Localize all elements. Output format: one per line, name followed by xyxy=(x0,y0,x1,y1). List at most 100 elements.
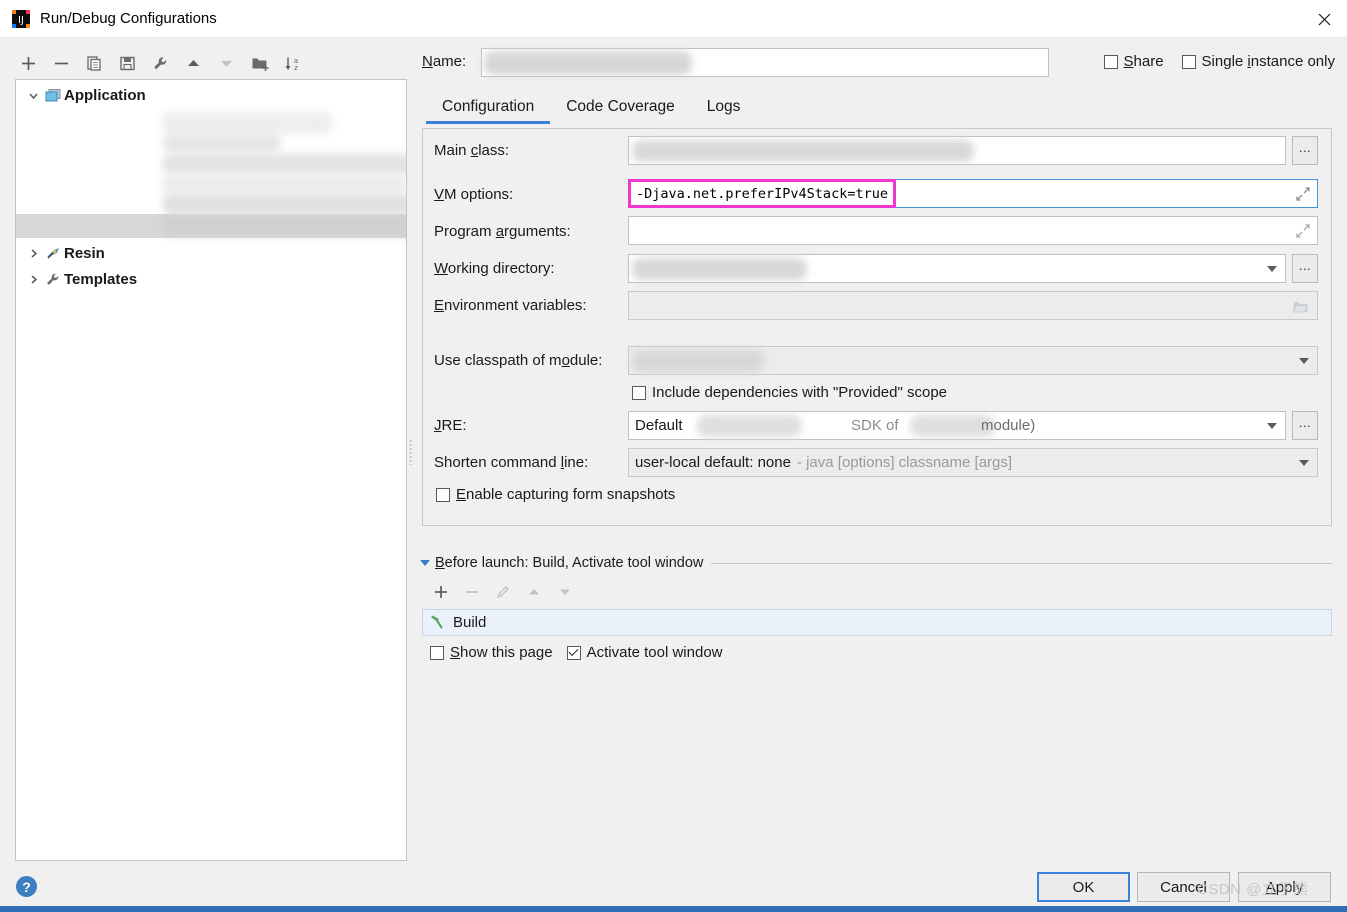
activate-tool-window-checkbox[interactable]: Activate tool window xyxy=(566,644,723,661)
folder-icon[interactable] xyxy=(1292,299,1309,318)
working-directory-label: Working directory: xyxy=(434,260,555,277)
collapse-triangle-icon[interactable] xyxy=(420,560,430,566)
vm-options-value: -Djava.net.preferIPv4Stack=true xyxy=(636,185,888,202)
jre-select[interactable]: Default SDK of module) xyxy=(628,411,1286,440)
add-icon[interactable] xyxy=(430,581,452,603)
jre-value-suffix: module) xyxy=(981,417,1036,434)
ok-button[interactable]: OK xyxy=(1037,872,1130,902)
configurations-tree[interactable]: Application Resin Templates xyxy=(15,79,407,861)
tree-node-application[interactable]: Application xyxy=(16,82,406,108)
redacted-name-value xyxy=(484,51,692,75)
header-divider xyxy=(711,562,1332,564)
chevron-down-icon[interactable] xyxy=(24,90,42,101)
name-label: Name: xyxy=(422,53,467,70)
tab-configuration[interactable]: Configuration xyxy=(426,94,551,124)
svg-text:IJ: IJ xyxy=(18,15,24,26)
chevron-down-icon[interactable] xyxy=(1267,423,1277,429)
chevron-right-icon[interactable] xyxy=(24,248,42,259)
checkbox-box[interactable] xyxy=(632,385,646,400)
share-checkbox[interactable]: Share xyxy=(1103,53,1164,70)
jre-label: JRE: xyxy=(434,417,467,434)
chevron-down-icon[interactable] xyxy=(1299,460,1309,466)
main-class-input[interactable] xyxy=(628,136,1286,165)
remove-icon[interactable] xyxy=(47,49,76,77)
tree-node-label: Application xyxy=(64,86,146,104)
build-hammer-icon xyxy=(429,613,446,633)
edit-pencil-icon xyxy=(492,581,514,603)
chevron-down-icon[interactable] xyxy=(1299,358,1309,364)
tab-logs[interactable]: Logs xyxy=(691,94,757,124)
intellij-idea-logo-icon: IJ xyxy=(12,9,30,28)
single-instance-only-label: Single instance only xyxy=(1201,53,1335,70)
move-up-icon xyxy=(523,581,545,603)
redacted-item[interactable] xyxy=(162,154,406,174)
copy-icon[interactable] xyxy=(80,49,109,77)
activate-tool-window-label: Activate tool window xyxy=(586,644,723,661)
add-icon[interactable] xyxy=(14,49,43,77)
edit-templates-wrench-icon[interactable] xyxy=(146,49,175,77)
move-down-icon[interactable] xyxy=(212,49,241,77)
expand-editor-icon[interactable] xyxy=(1295,223,1311,239)
tree-node-label: Resin xyxy=(64,244,105,262)
use-classpath-of-module-label: Use classpath of module: xyxy=(434,352,603,369)
checkbox-box[interactable] xyxy=(1181,54,1196,69)
redacted-item[interactable] xyxy=(161,112,333,134)
csdn-watermark: CSDN @立于熊 xyxy=(1197,881,1309,898)
checkbox-box[interactable] xyxy=(1103,54,1118,69)
splitter-grip-icon[interactable] xyxy=(409,439,413,465)
working-directory-browse-button[interactable]: ... xyxy=(1292,254,1318,283)
move-up-icon[interactable] xyxy=(179,49,208,77)
redacted-child-configurations[interactable] xyxy=(16,108,406,238)
chevron-right-icon[interactable] xyxy=(24,274,42,285)
browse-label: ... xyxy=(1298,258,1312,273)
move-down-icon xyxy=(554,581,576,603)
show-this-page-label: Show this page xyxy=(450,644,553,661)
ok-label: OK xyxy=(1072,878,1095,896)
before-launch-title: Before launch: Build, Activate tool wind… xyxy=(435,555,704,571)
use-classpath-of-module-select[interactable] xyxy=(628,346,1318,375)
svg-text:z: z xyxy=(294,64,298,72)
show-this-page-checkbox[interactable]: Show this page xyxy=(430,644,553,661)
checkbox-box[interactable] xyxy=(566,645,581,660)
new-folder-icon[interactable] xyxy=(245,49,274,77)
before-launch-header[interactable]: Before launch: Build, Activate tool wind… xyxy=(420,555,1332,571)
redacted-item[interactable] xyxy=(163,133,281,153)
redacted-jre-part xyxy=(697,415,802,437)
program-arguments-input[interactable] xyxy=(628,216,1318,245)
redacted-main-class-value xyxy=(632,140,974,162)
redacted-item[interactable] xyxy=(162,194,406,214)
redacted-item[interactable] xyxy=(162,174,406,194)
remove-icon xyxy=(461,581,483,603)
configuration-tabs: Configuration Code Coverage Logs xyxy=(426,92,756,124)
window-title: Run/Debug Configurations xyxy=(40,10,217,27)
tree-node-templates[interactable]: Templates xyxy=(16,266,406,292)
save-icon[interactable] xyxy=(113,49,142,77)
enable-capturing-snapshots-checkbox[interactable]: Enable capturing form snapshots xyxy=(436,486,675,503)
include-provided-scope-checkbox[interactable]: Include dependencies with "Provided" sco… xyxy=(632,384,947,401)
redacted-item[interactable] xyxy=(162,216,406,236)
tree-node-resin[interactable]: Resin xyxy=(16,240,406,266)
jre-browse-button[interactable]: ... xyxy=(1292,411,1318,440)
single-instance-only-checkbox[interactable]: Single instance only xyxy=(1181,53,1335,70)
expand-editor-icon[interactable] xyxy=(1295,186,1311,202)
panel-splitter[interactable] xyxy=(407,79,416,861)
working-directory-input[interactable] xyxy=(628,254,1286,283)
tab-label: Code Coverage xyxy=(566,98,675,115)
vm-options-highlight[interactable]: -Djava.net.preferIPv4Stack=true xyxy=(628,179,896,208)
shorten-command-line-label: Shorten command line: xyxy=(434,454,589,471)
browse-label: ... xyxy=(1298,140,1312,155)
tab-code-coverage[interactable]: Code Coverage xyxy=(550,94,691,124)
title-bar: IJ Run/Debug Configurations xyxy=(0,0,1347,38)
share-label: Share xyxy=(1123,53,1164,70)
environment-variables-input[interactable] xyxy=(628,291,1318,320)
sort-alphabetically-icon[interactable]: a z xyxy=(278,49,307,77)
checkbox-box[interactable] xyxy=(430,645,444,660)
name-input[interactable] xyxy=(481,48,1049,77)
checkbox-box[interactable] xyxy=(436,487,450,502)
chevron-down-icon[interactable] xyxy=(1267,266,1277,272)
main-class-browse-button[interactable]: ... xyxy=(1292,136,1318,165)
shorten-command-line-select[interactable]: user-local default: none - java [options… xyxy=(628,448,1318,477)
help-question-icon[interactable]: ? xyxy=(16,876,37,897)
close-icon[interactable] xyxy=(1301,0,1347,38)
before-launch-task-row[interactable]: Build xyxy=(422,609,1332,636)
